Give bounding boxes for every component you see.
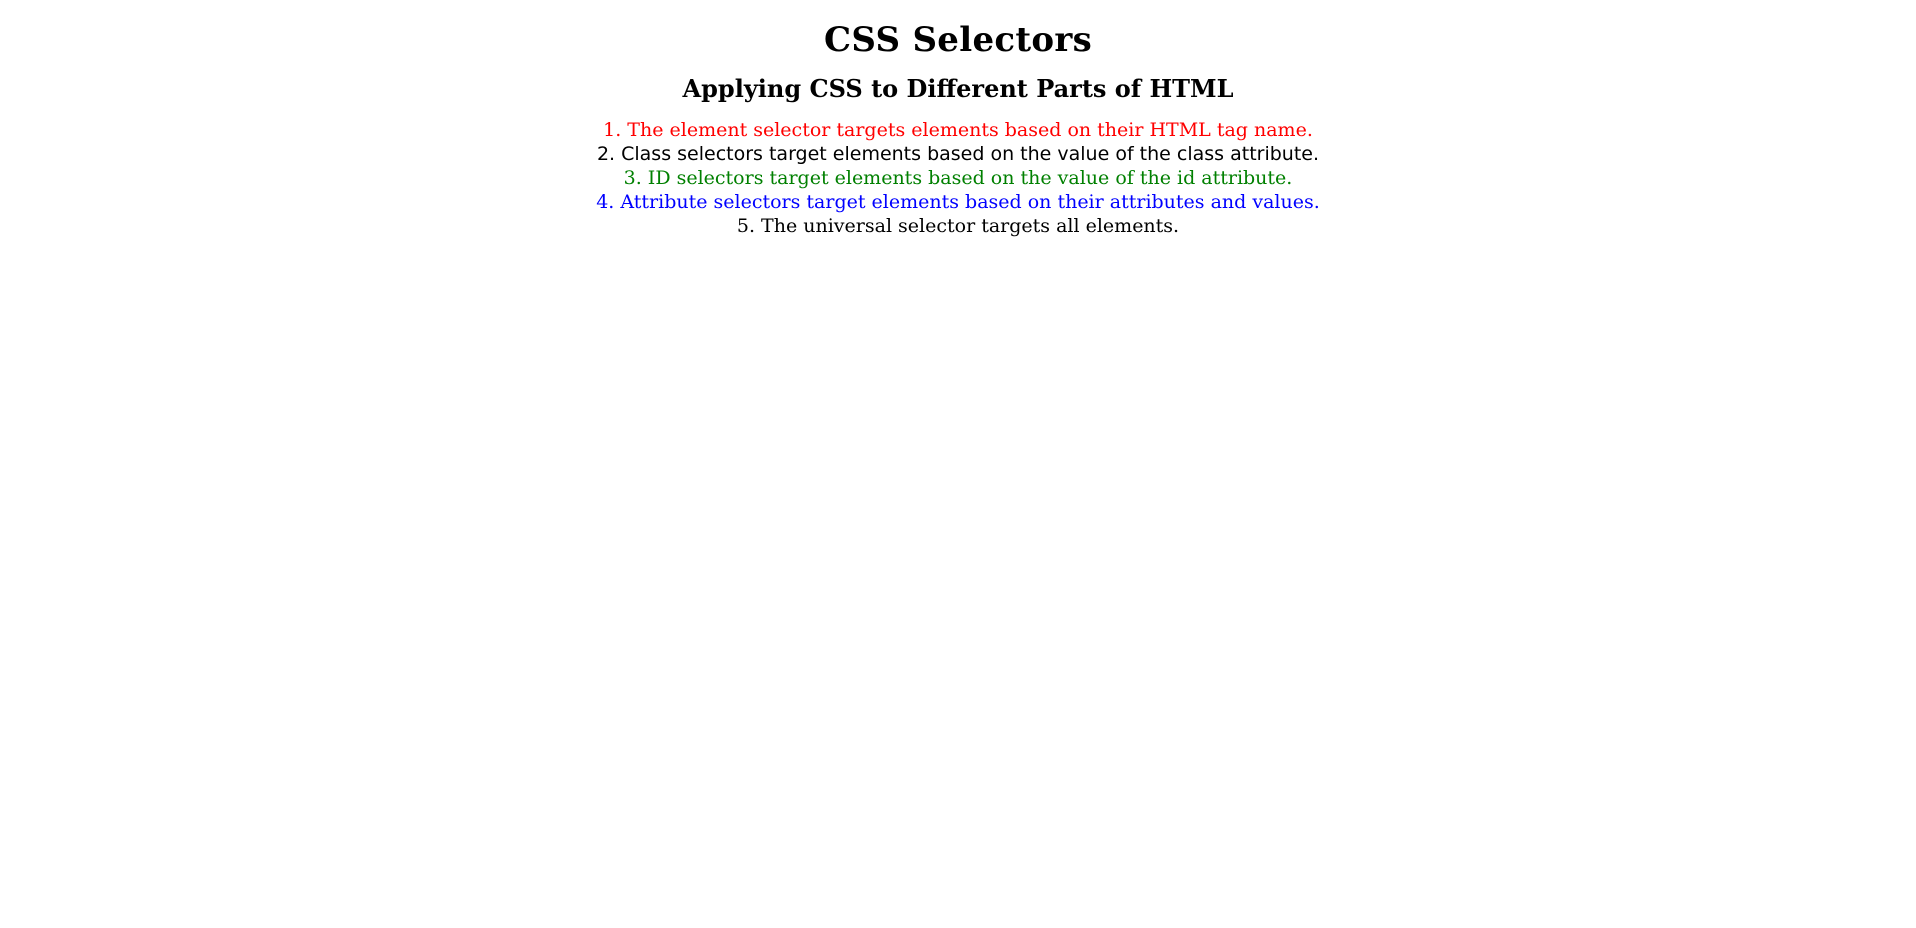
page-subtitle: Applying CSS to Different Parts of HTML: [682, 74, 1234, 103]
page-title: CSS Selectors: [823, 20, 1093, 60]
attribute-selector-text: 4. Attribute selectors target elements b…: [596, 191, 1320, 213]
selector-descriptions: 1. The element selector targets elements…: [0, 118, 1916, 238]
page: CSS Selectors Applying CSS to Different …: [0, 0, 1916, 928]
id-selector-text: 3. ID selectors target elements based on…: [623, 167, 1293, 189]
class-selector-text: 2. Class selectors target elements based…: [596, 143, 1320, 165]
element-selector-text: 1. The element selector targets elements…: [603, 119, 1313, 141]
universal-selector-text: 5. The universal selector targets all el…: [736, 215, 1180, 237]
